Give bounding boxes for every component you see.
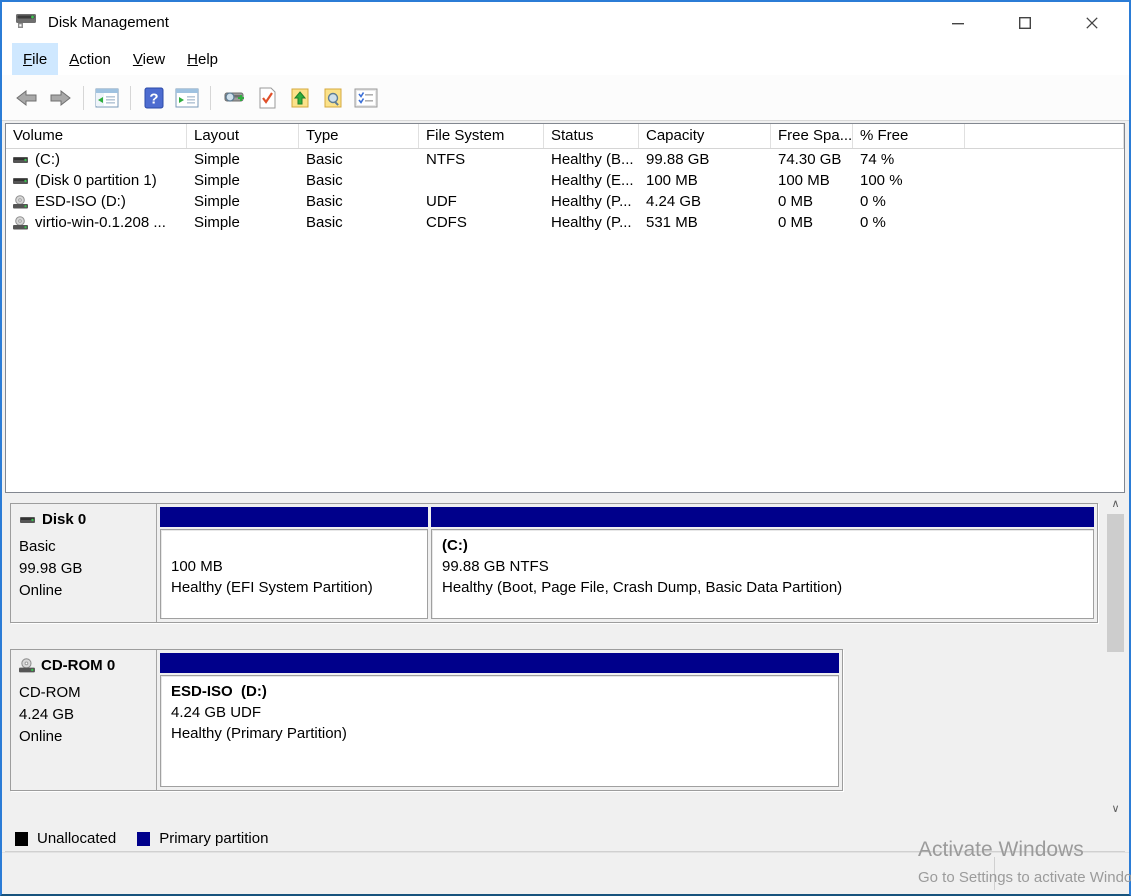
check-document-icon[interactable] bbox=[254, 85, 280, 111]
disk-management-window: Disk Management File Action View Help bbox=[0, 0, 1131, 896]
maximize-button[interactable] bbox=[1002, 2, 1048, 43]
disk-size: 4.24 GB bbox=[19, 704, 148, 726]
unallocated-swatch bbox=[15, 832, 28, 846]
toolbar-separator bbox=[210, 86, 211, 110]
graphical-view-pane: Disk 0 Basic 99.98 GB Online 100 MB Heal… bbox=[2, 493, 1129, 823]
disk-icon bbox=[19, 514, 37, 526]
disk-state: Online bbox=[19, 580, 148, 602]
scrollbar-thumb[interactable] bbox=[1107, 514, 1124, 652]
volume-row-disk0-partition1[interactable]: (Disk 0 partition 1) Simple Basic Health… bbox=[6, 170, 1124, 191]
disk-management-app-icon bbox=[14, 11, 38, 35]
cdrom-0-group: CD-ROM 0 CD-ROM 4.24 GB Online ESD-ISO (… bbox=[10, 649, 843, 791]
column-header-status[interactable]: Status bbox=[544, 124, 639, 148]
disk-name: CD-ROM 0 bbox=[41, 657, 115, 674]
partition-color-bar bbox=[431, 507, 1094, 527]
disk-name: Disk 0 bbox=[42, 511, 86, 528]
cd-icon bbox=[19, 658, 36, 673]
scroll-up-icon[interactable]: ∧ bbox=[1107, 495, 1124, 512]
volume-row-c[interactable]: (C:) Simple Basic NTFS Healthy (B... 99.… bbox=[6, 149, 1124, 170]
statusbar bbox=[2, 852, 1129, 894]
column-header-blank bbox=[965, 124, 1124, 148]
volume-row-virtio-win[interactable]: virtio-win-0.1.208 ... Simple Basic CDFS… bbox=[6, 212, 1124, 233]
cd-icon bbox=[13, 195, 29, 209]
close-button[interactable] bbox=[1069, 2, 1115, 43]
menubar: File Action View Help bbox=[2, 43, 1129, 75]
toolbar-separator bbox=[83, 86, 84, 110]
disk-type: Basic bbox=[19, 536, 148, 558]
window-controls bbox=[935, 2, 1129, 43]
disk-icon bbox=[13, 154, 29, 166]
toolbar: ? bbox=[2, 75, 1129, 121]
volume-row-esd-iso[interactable]: ESD-ISO (D:) Simple Basic UDF Healthy (P… bbox=[6, 191, 1124, 212]
vertical-scrollbar[interactable]: ∧ ∨ bbox=[1107, 495, 1124, 817]
legend-label-primary-partition: Primary partition bbox=[159, 830, 268, 847]
window-title: Disk Management bbox=[48, 14, 169, 31]
minimize-button[interactable] bbox=[935, 2, 981, 43]
column-header-file-system[interactable]: File System bbox=[419, 124, 544, 148]
cdrom-0-info-panel[interactable]: CD-ROM 0 CD-ROM 4.24 GB Online bbox=[11, 650, 157, 790]
volume-table-header: Volume Layout Type File System Status Ca… bbox=[6, 124, 1124, 149]
forward-icon[interactable] bbox=[47, 85, 73, 111]
legend-label-unallocated: Unallocated bbox=[37, 830, 116, 847]
folder-search-icon[interactable] bbox=[320, 85, 346, 111]
column-header-volume[interactable]: Volume bbox=[6, 124, 187, 148]
column-header-free-space[interactable]: Free Spa... bbox=[771, 124, 853, 148]
column-header-layout[interactable]: Layout bbox=[187, 124, 299, 148]
checklist-icon[interactable] bbox=[353, 85, 379, 111]
rescan-disks-icon[interactable] bbox=[221, 85, 247, 111]
legend-bar: Unallocated Primary partition bbox=[5, 826, 1125, 852]
menu-action[interactable]: Action bbox=[58, 43, 122, 75]
folder-up-icon[interactable] bbox=[287, 85, 313, 111]
column-header-type[interactable]: Type bbox=[299, 124, 419, 148]
disk-icon bbox=[13, 175, 29, 187]
partition-color-bar bbox=[160, 653, 839, 673]
action-pane-icon[interactable] bbox=[174, 85, 200, 111]
back-icon[interactable] bbox=[14, 85, 40, 111]
disk-0-group: Disk 0 Basic 99.98 GB Online 100 MB Heal… bbox=[10, 503, 1098, 623]
column-header-pct-free[interactable]: % Free bbox=[853, 124, 965, 148]
primary-partition-swatch bbox=[137, 832, 150, 846]
titlebar: Disk Management bbox=[2, 2, 1129, 43]
toolbar-separator bbox=[130, 86, 131, 110]
disk-size: 99.98 GB bbox=[19, 558, 148, 580]
menu-help[interactable]: Help bbox=[176, 43, 229, 75]
help-icon[interactable]: ? bbox=[141, 85, 167, 111]
console-tree-icon[interactable] bbox=[94, 85, 120, 111]
disk-0-info-panel[interactable]: Disk 0 Basic 99.98 GB Online bbox=[11, 504, 157, 622]
partition-esd-iso[interactable]: ESD-ISO (D:) 4.24 GB UDF Healthy (Primar… bbox=[160, 653, 839, 787]
disk-0-partitions: 100 MB Healthy (EFI System Partition) (C… bbox=[157, 504, 1097, 622]
menu-file[interactable]: File bbox=[12, 43, 58, 75]
cdrom-0-partitions: ESD-ISO (D:) 4.24 GB UDF Healthy (Primar… bbox=[157, 650, 842, 790]
svg-text:?: ? bbox=[149, 90, 158, 107]
cd-icon bbox=[13, 216, 29, 230]
partition-efi[interactable]: 100 MB Healthy (EFI System Partition) bbox=[160, 507, 428, 619]
partition-color-bar bbox=[160, 507, 428, 527]
column-header-capacity[interactable]: Capacity bbox=[639, 124, 771, 148]
menu-view[interactable]: View bbox=[122, 43, 176, 75]
statusbar-divider bbox=[994, 857, 995, 890]
disk-type: CD-ROM bbox=[19, 682, 148, 704]
volume-list-pane: Volume Layout Type File System Status Ca… bbox=[5, 123, 1125, 493]
disk-state: Online bbox=[19, 726, 148, 748]
partition-c[interactable]: (C:) 99.88 GB NTFS Healthy (Boot, Page F… bbox=[431, 507, 1094, 619]
scroll-down-icon[interactable]: ∨ bbox=[1107, 800, 1124, 817]
